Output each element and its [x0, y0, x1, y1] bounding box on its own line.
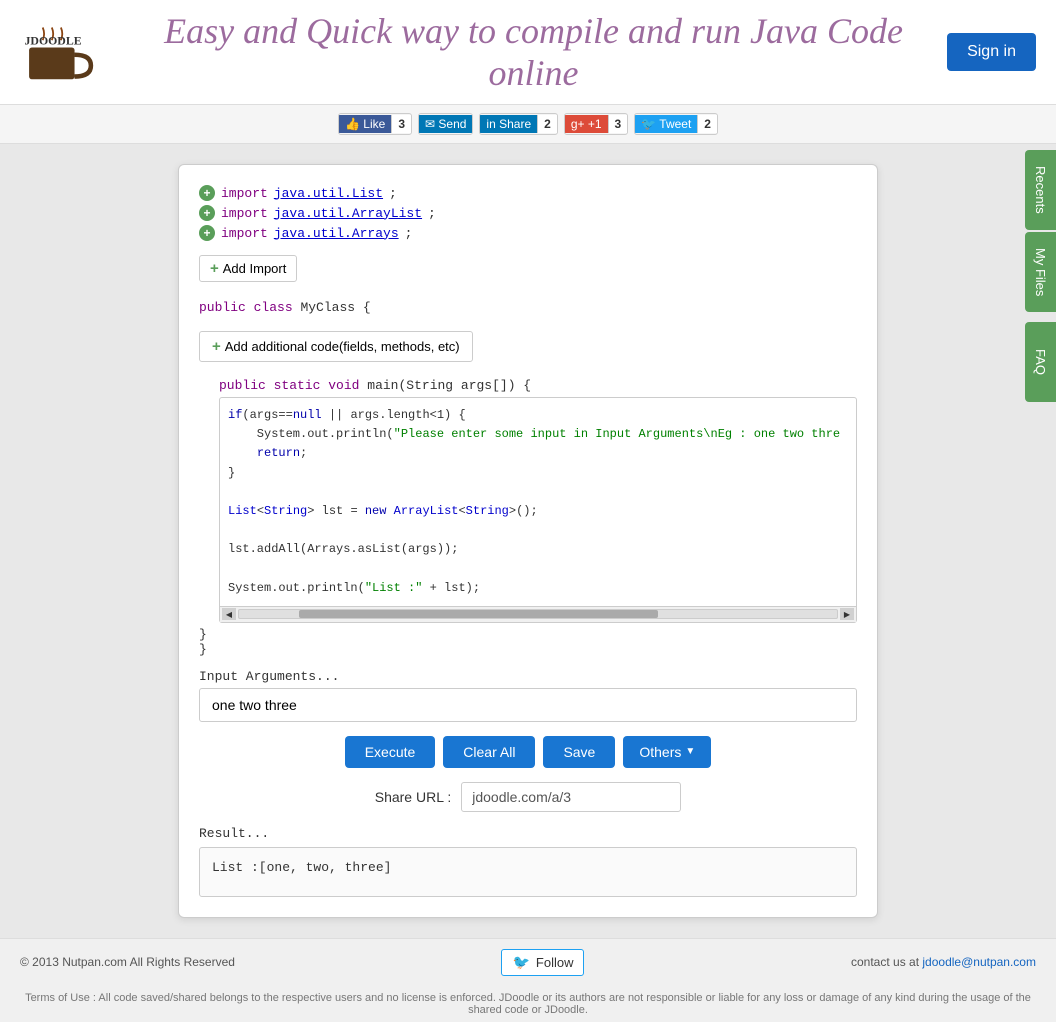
add-code-plus-icon: + [212, 338, 221, 355]
scroll-left-button[interactable]: ◀ [222, 608, 236, 620]
code-line: System.out.println("List :" + lst); [228, 579, 836, 598]
code-line [228, 560, 836, 579]
twitter-tweet-button[interactable]: 🐦 Tweet 2 [634, 113, 718, 135]
facebook-like-button[interactable]: 👍 Like 3 [338, 113, 412, 135]
logo-container: JDOODLE [20, 17, 120, 87]
editor-panel: + import java.util.List; + import java.u… [178, 164, 878, 918]
save-button[interactable]: Save [543, 736, 615, 768]
send-button[interactable]: ✉ Send [418, 113, 473, 135]
result-label: Result... [199, 826, 857, 841]
code-line [228, 521, 836, 540]
import-class-3[interactable]: java.util.Arrays [274, 226, 399, 241]
code-content: if(args==null || args.length<1) { System… [220, 398, 856, 606]
svg-text:JDOODLE: JDOODLE [25, 34, 82, 48]
remove-import-2[interactable]: + [199, 205, 215, 221]
horizontal-scrollbar[interactable]: ◀ ▶ [220, 606, 856, 622]
remove-import-3[interactable]: + [199, 225, 215, 241]
closing-brace-outer: } [199, 642, 857, 657]
add-import-button[interactable]: + Add Import [199, 255, 297, 282]
fb-label[interactable]: 👍 Like [339, 115, 391, 133]
import-line-2: + import java.util.ArrayList; [199, 205, 857, 221]
execute-button[interactable]: Execute [345, 736, 436, 768]
li-label[interactable]: in Share [480, 115, 537, 133]
code-line: } [228, 464, 836, 483]
contact-email-link[interactable]: jdoodle@nutpan.com [922, 955, 1036, 969]
tw-count: 2 [697, 115, 717, 133]
footer-terms: Terms of Use : All code saved/shared bel… [0, 986, 1056, 1022]
tagline: Easy and Quick way to compile and run Ja… [120, 10, 947, 94]
sidebar-item-faq[interactable]: FAQ [1025, 322, 1056, 402]
code-line: lst.addAll(Arrays.asList(args)); [228, 540, 836, 559]
code-line: List<String> lst = new ArrayList<String>… [228, 502, 836, 521]
method-declaration: public static void main(String args[]) { [219, 378, 857, 393]
result-box: List :[one, two, three] [199, 847, 857, 897]
clear-all-button[interactable]: Clear All [443, 736, 535, 768]
import-line-3: + import java.util.Arrays; [199, 225, 857, 241]
footer-copyright: © 2013 Nutpan.com All Rights Reserved [20, 955, 235, 969]
fb-count: 3 [391, 115, 411, 133]
add-code-button[interactable]: + Add additional code(fields, methods, e… [199, 331, 473, 362]
remove-import-1[interactable]: + [199, 185, 215, 201]
header: JDOODLE Easy and Quick way to compile an… [0, 0, 1056, 105]
sidebar-item-myfiles[interactable]: My Files [1025, 232, 1056, 312]
follow-button[interactable]: 🐦 Follow [501, 949, 584, 976]
footer-contact: contact us at jdoodle@nutpan.com [851, 955, 1036, 969]
import-line-1: + import java.util.List; [199, 185, 857, 201]
linkedin-share-button[interactable]: in Share 2 [479, 113, 557, 135]
others-button[interactable]: Others ▼ [623, 736, 711, 768]
tw-label[interactable]: 🐦 Tweet [635, 115, 697, 133]
send-label[interactable]: ✉ Send [419, 115, 472, 133]
share-url-input[interactable] [461, 782, 681, 812]
gplus-count: 3 [608, 115, 628, 133]
gplus-label[interactable]: g+ +1 [565, 115, 608, 133]
sidebar-item-recents[interactable]: Recents [1025, 150, 1056, 230]
closing-brace-inner: } [199, 627, 857, 642]
li-count: 2 [537, 115, 557, 133]
result-value: List :[one, two, three] [212, 860, 391, 875]
gplus-button[interactable]: g+ +1 3 [564, 113, 628, 135]
scroll-thumb[interactable] [299, 610, 658, 618]
import-class-1[interactable]: java.util.List [274, 186, 383, 201]
scroll-track[interactable] [238, 609, 838, 619]
input-label: Input Arguments... [199, 669, 857, 684]
code-line: return; [228, 444, 836, 463]
action-buttons: Execute Clear All Save Others ▼ [199, 736, 857, 768]
scroll-right-button[interactable]: ▶ [840, 608, 854, 620]
dropdown-arrow-icon: ▼ [685, 746, 695, 757]
footer: © 2013 Nutpan.com All Rights Reserved 🐦 … [0, 938, 1056, 986]
code-line: System.out.println("Please enter some in… [228, 425, 836, 444]
sidebar: Recents My Files FAQ [1025, 150, 1056, 402]
input-arguments-field[interactable] [199, 688, 857, 722]
code-editor[interactable]: if(args==null || args.length<1) { System… [219, 397, 857, 623]
code-line [228, 483, 836, 502]
logo-image: JDOODLE [20, 17, 120, 87]
twitter-bird-icon: 🐦 [512, 954, 529, 971]
share-url-row: Share URL : [199, 782, 857, 812]
sign-in-button[interactable]: Sign in [947, 33, 1036, 71]
import-class-2[interactable]: java.util.ArrayList [274, 206, 422, 221]
code-line: if(args==null || args.length<1) { [228, 406, 836, 425]
share-url-label: Share URL : [375, 789, 452, 805]
class-declaration: public class MyClass { [199, 300, 857, 315]
add-import-plus-icon: + [210, 260, 219, 277]
social-bar: 👍 Like 3 ✉ Send in Share 2 g+ +1 3 🐦 Twe… [0, 105, 1056, 144]
main-wrapper: + import java.util.List; + import java.u… [0, 144, 1056, 938]
